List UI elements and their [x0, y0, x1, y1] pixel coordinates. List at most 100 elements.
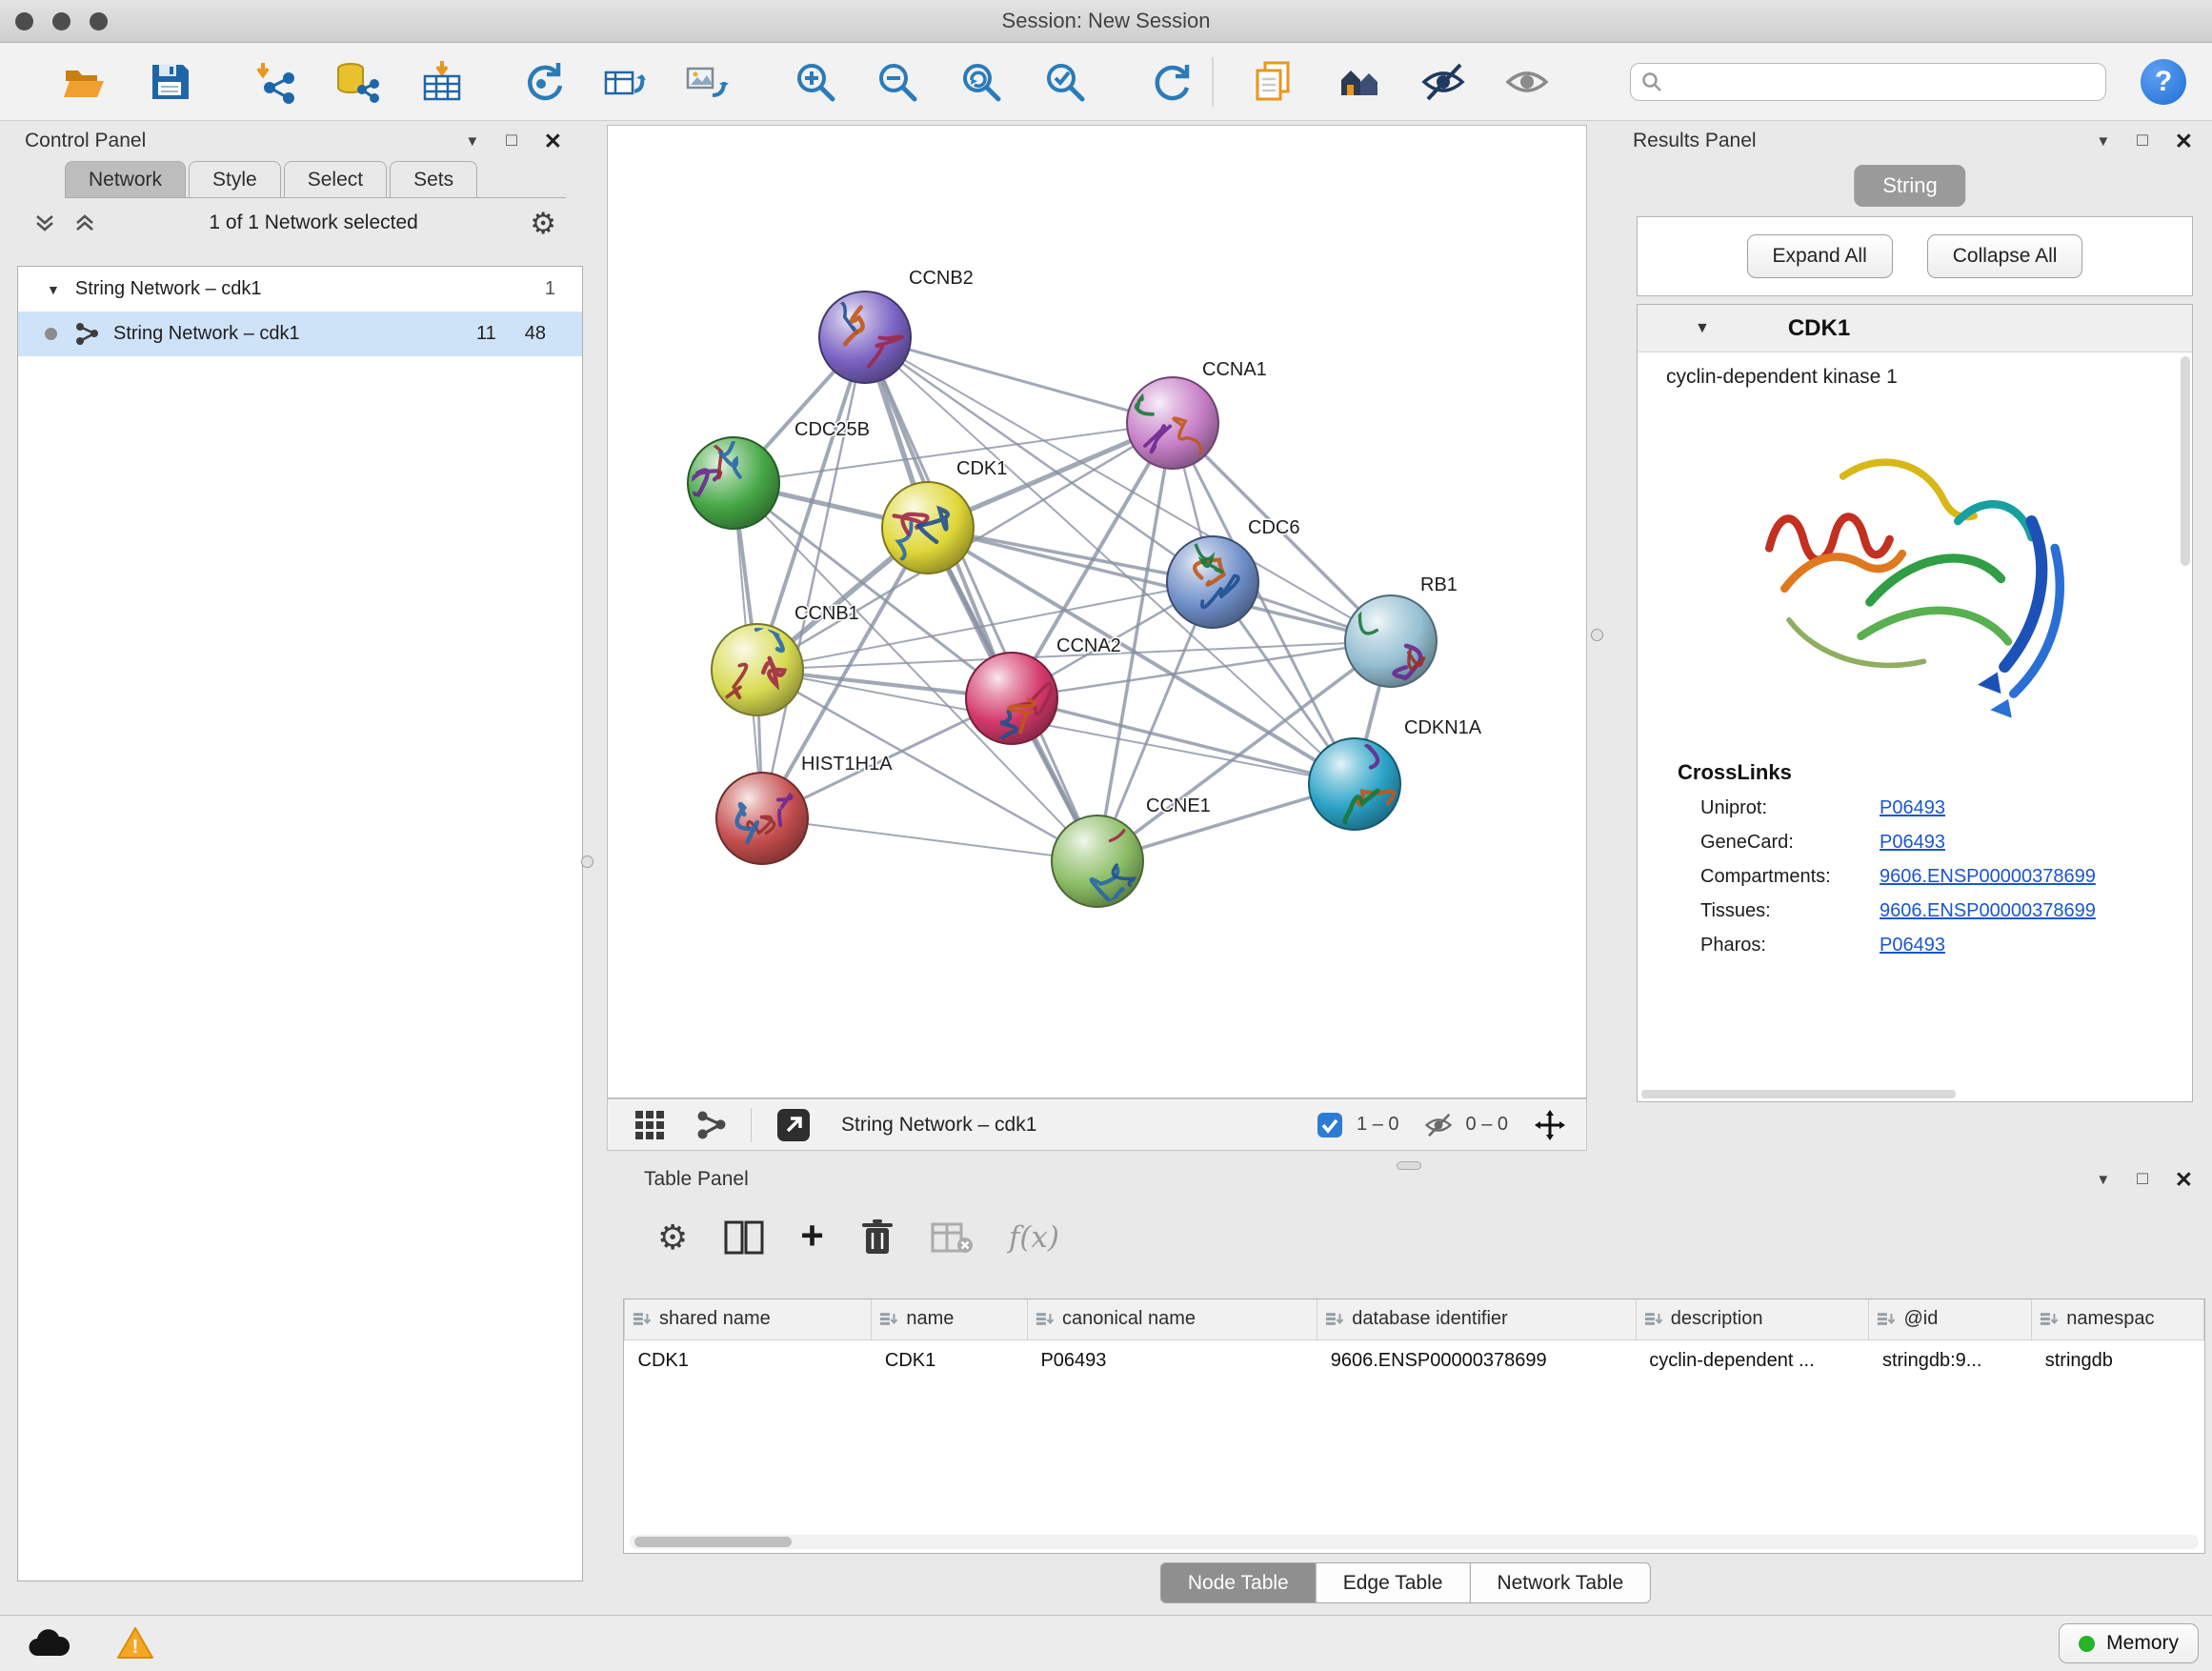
node-CCNB1[interactable]	[712, 624, 803, 715]
node-label-RB1: RB1	[1420, 574, 1458, 595]
tab-edge-table[interactable]: Edge Table	[1316, 1562, 1471, 1603]
panel-float-icon[interactable]: □	[2137, 131, 2147, 151]
column-header-shared-name[interactable]: shared name	[625, 1299, 872, 1339]
tab-sets[interactable]: Sets	[390, 161, 477, 197]
table-row[interactable]: CDK1CDK1P064939606.ENSP00000378699cyclin…	[625, 1339, 2204, 1381]
crosslink-label: GeneCard:	[1700, 832, 1880, 854]
tab-string[interactable]: String	[1854, 165, 1965, 207]
network-collection-row[interactable]: ▼ String Network – cdk1 1	[18, 267, 582, 312]
edge-CCNB2-CCNE1[interactable]	[865, 337, 1097, 861]
gene-collapse-icon[interactable]: ▼	[1695, 320, 1710, 337]
table-options-gear-icon[interactable]: ⚙	[657, 1220, 688, 1255]
table-export-icon[interactable]	[602, 59, 648, 105]
minimize-window-button[interactable]	[52, 12, 70, 30]
column-header-name[interactable]: name	[872, 1299, 1028, 1339]
expand-all-icon[interactable]	[72, 211, 97, 235]
crosslink-link[interactable]: P06493	[1880, 797, 1945, 819]
home-icon[interactable]	[1337, 59, 1383, 105]
tab-style[interactable]: Style	[189, 161, 281, 197]
show-all-icon[interactable]	[1504, 59, 1550, 105]
column-header-description[interactable]: description	[1636, 1299, 1869, 1339]
cloud-icon[interactable]	[27, 1627, 70, 1660]
show-columns-icon[interactable]	[724, 1218, 764, 1257]
node-HIST1H1A[interactable]	[716, 773, 808, 864]
search-input[interactable]	[1671, 70, 2096, 93]
node-label-CCNA1: CCNA1	[1202, 359, 1267, 380]
node-CCNA2[interactable]	[966, 653, 1057, 746]
import-network-file-icon[interactable]	[253, 59, 299, 105]
column-header-@id[interactable]: @id	[1869, 1299, 2032, 1339]
node-CCNB2[interactable]	[819, 292, 911, 383]
gene-header[interactable]: ▼ CDK1	[1638, 305, 2192, 352]
zoom-out-icon[interactable]	[875, 59, 920, 105]
panel-close-icon[interactable]: ✕	[2175, 129, 2193, 154]
zoom-fit-icon[interactable]	[958, 59, 1004, 105]
left-splitter-handle[interactable]	[581, 856, 593, 868]
save-session-icon[interactable]	[147, 59, 192, 105]
panel-float-icon[interactable]: □	[506, 131, 516, 151]
panel-float-icon[interactable]: □	[2137, 1169, 2147, 1190]
function-builder-icon: f(x)	[1009, 1220, 1059, 1255]
tree-caret-icon[interactable]: ▼	[47, 282, 60, 297]
close-window-button[interactable]	[15, 12, 33, 30]
panel-close-icon[interactable]: ✕	[544, 129, 562, 154]
network-graph[interactable]: CCNB2CCNA1CDC25BCDK1CDC6RB1CCNB1CCNA2CDK…	[608, 126, 1588, 1099]
maximize-window-button[interactable]	[90, 12, 108, 30]
clone-network-icon[interactable]	[1252, 59, 1297, 105]
image-export-icon[interactable]	[684, 59, 730, 105]
collapse-all-button[interactable]: Collapse All	[1927, 234, 2083, 278]
warning-exclamation: !	[132, 1637, 139, 1658]
pan-crosshair-icon[interactable]	[1535, 1110, 1565, 1140]
tab-network-table[interactable]: Network Table	[1469, 1562, 1651, 1603]
column-header-canonical-name[interactable]: canonical name	[1027, 1299, 1317, 1339]
help-button[interactable]: ?	[2141, 59, 2186, 105]
zoom-in-icon[interactable]	[793, 59, 838, 105]
panel-close-icon[interactable]: ✕	[2175, 1167, 2193, 1193]
node-CDC25B[interactable]	[687, 430, 779, 530]
network-icon	[74, 321, 100, 347]
panel-menu-icon[interactable]: ▼	[2096, 1172, 2110, 1188]
crosslink-link[interactable]: 9606.ENSP00000378699	[1880, 900, 2096, 922]
expand-all-button[interactable]: Expand All	[1747, 234, 1893, 278]
table-horizontal-scrollbar[interactable]	[630, 1535, 2199, 1549]
hide-selected-icon[interactable]	[1420, 59, 1466, 105]
network-canvas[interactable]: CCNB2CCNA1CDC25BCDK1CDC6RB1CCNB1CCNA2CDK…	[607, 125, 1587, 1098]
column-header-database-identifier[interactable]: database identifier	[1317, 1299, 1637, 1339]
refresh-icon[interactable]	[1149, 59, 1195, 105]
delete-column-trash-icon[interactable]	[860, 1218, 895, 1257]
results-horizontal-scrollbar[interactable]	[1641, 1090, 1956, 1098]
node-CCNA1[interactable]	[1127, 375, 1218, 469]
network-view-icon[interactable]	[695, 1109, 728, 1141]
tab-node-table[interactable]: Node Table	[1160, 1562, 1317, 1603]
panel-menu-icon[interactable]: ▼	[465, 133, 479, 150]
memory-button[interactable]: Memory	[2059, 1623, 2199, 1663]
network-from-url-icon[interactable]	[520, 59, 566, 105]
network-row[interactable]: String Network – cdk1 11 48	[18, 312, 582, 356]
import-network-database-icon[interactable]	[333, 59, 379, 105]
crosslink-link[interactable]: P06493	[1880, 935, 1945, 956]
selected-checkbox-icon[interactable]	[1317, 1112, 1343, 1138]
right-splitter-handle[interactable]	[1591, 629, 1603, 641]
collapse-all-icon[interactable]	[32, 211, 57, 235]
panel-menu-icon[interactable]: ▼	[2096, 133, 2110, 150]
add-column-icon[interactable]: +	[800, 1216, 824, 1256]
open-session-icon[interactable]	[61, 59, 107, 105]
node-CDKN1A[interactable]	[1309, 735, 1400, 830]
grid-view-icon[interactable]	[633, 1108, 667, 1142]
network-options-gear-icon[interactable]: ⚙	[530, 209, 556, 238]
crosslink-link[interactable]: 9606.ENSP00000378699	[1880, 866, 2096, 888]
column-header-namespac[interactable]: namespac	[2032, 1299, 2204, 1339]
tab-network[interactable]: Network	[65, 161, 186, 197]
zoom-selected-icon[interactable]	[1042, 59, 1088, 105]
import-table-icon[interactable]	[419, 59, 465, 105]
detach-view-icon[interactable]	[774, 1106, 813, 1144]
warning-icon[interactable]: !	[116, 1626, 154, 1661]
edge-CCNB2-HIST1H1A[interactable]	[762, 337, 865, 818]
results-vertical-scrollbar[interactable]	[2181, 356, 2190, 566]
scrollbar-thumb[interactable]	[634, 1537, 792, 1547]
window-title: Session: New Session	[0, 9, 2212, 33]
edge-HIST1H1A-CCNE1[interactable]	[762, 818, 1097, 861]
crosslink-link[interactable]: P06493	[1880, 832, 1945, 854]
node-CDC6[interactable]	[1167, 536, 1258, 628]
tab-select[interactable]: Select	[284, 161, 387, 197]
